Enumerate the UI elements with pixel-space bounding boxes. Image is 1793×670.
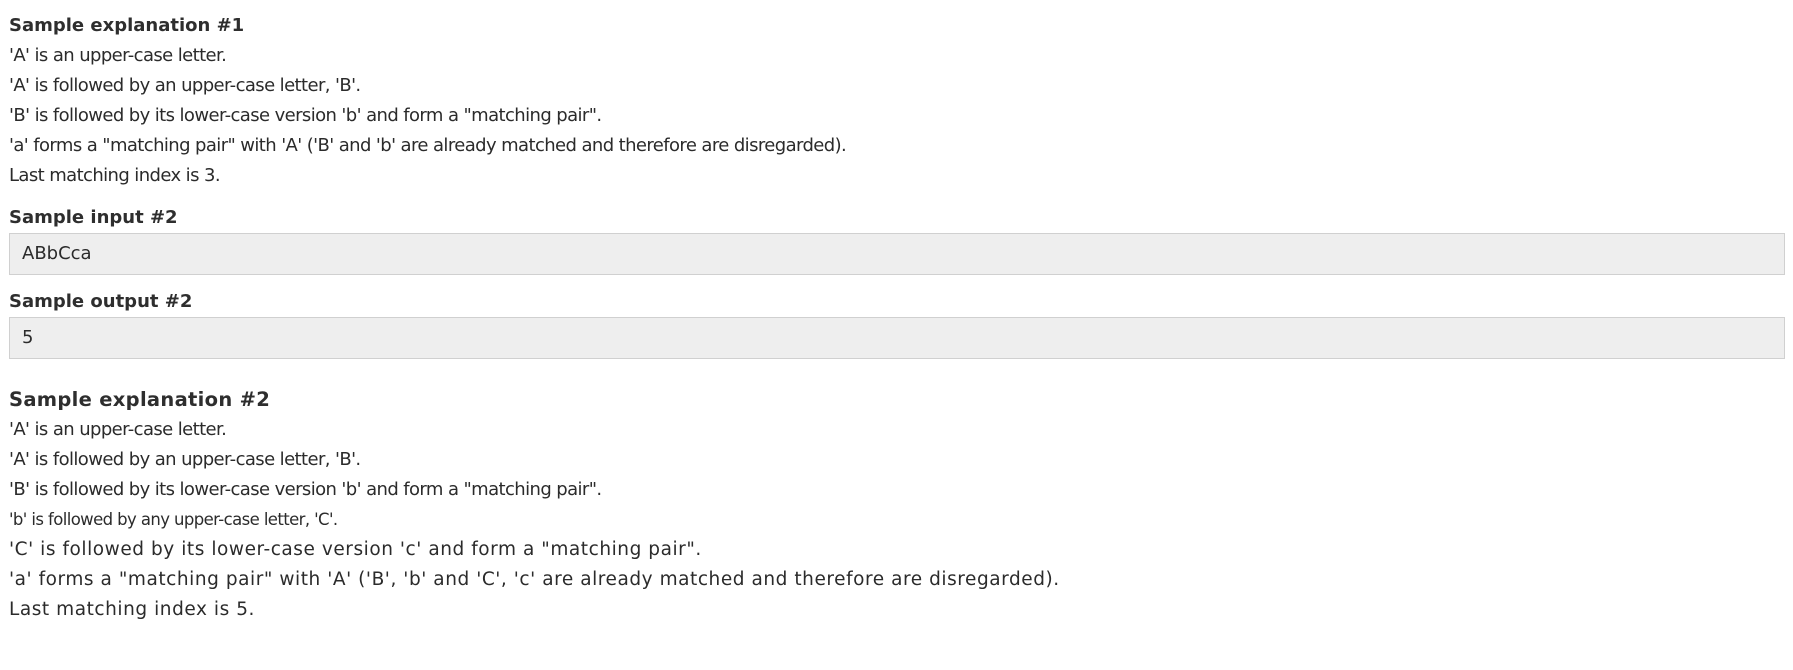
sample-input-2-title: Sample input #2 — [9, 207, 178, 228]
explanation-line: Last matching index is 5. — [9, 599, 255, 620]
sample-explanation-2: Sample explanation #2 'A' is an upper-ca… — [9, 385, 1793, 625]
explanation-line: 'a' forms a "matching pair" with 'A' ('B… — [9, 135, 847, 156]
sample-output-2-title: Sample output #2 — [9, 291, 193, 312]
explanation-line: Last matching index is 3. — [9, 165, 221, 186]
sample-explanation-1-title: Sample explanation #1 — [9, 15, 245, 36]
explanation-line: 'A' is an upper-case letter. — [9, 45, 227, 66]
sample-input-2-box[interactable]: ABbCca — [9, 233, 1785, 275]
explanation-line: 'A' is an upper-case letter. — [9, 419, 227, 440]
explanation-line: 'B' is followed by its lower-case versio… — [9, 105, 602, 126]
explanation-line: 'a' forms a "matching pair" with 'A' ('B… — [9, 569, 1060, 590]
explanation-line: 'b' is followed by any upper-case letter… — [9, 510, 338, 529]
problem-statement: Sample explanation #1 'A' is an upper-ca… — [0, 0, 1793, 625]
sample-explanation-2-title: Sample explanation #2 — [9, 388, 271, 411]
explanation-line: 'A' is followed by an upper-case letter,… — [9, 449, 361, 470]
explanation-line: 'B' is followed by its lower-case versio… — [9, 479, 602, 500]
sample-input-2: Sample input #2 ABbCca — [9, 203, 1793, 275]
explanation-line: 'A' is followed by an upper-case letter,… — [9, 75, 361, 96]
explanation-line: 'C' is followed by its lower-case versio… — [9, 539, 702, 560]
sample-output-2-box[interactable]: 5 — [9, 317, 1785, 359]
sample-explanation-1: Sample explanation #1 'A' is an upper-ca… — [9, 11, 1793, 191]
sample-output-2: Sample output #2 5 — [9, 287, 1793, 359]
